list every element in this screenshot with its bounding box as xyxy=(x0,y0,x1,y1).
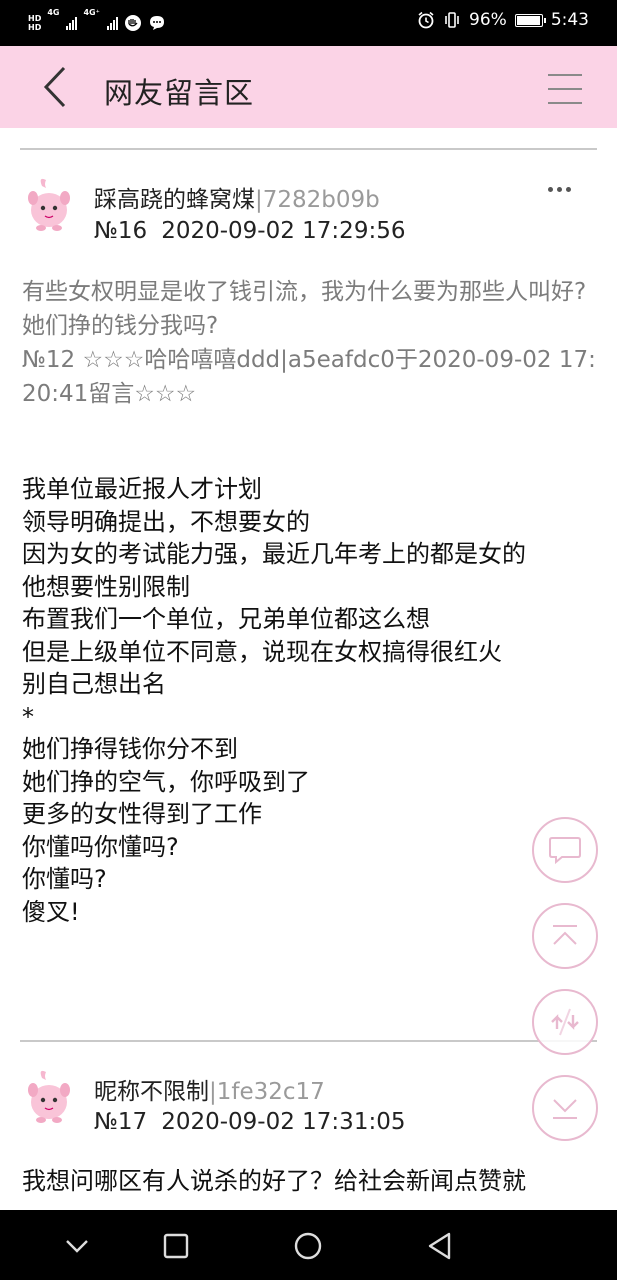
post-author: 踩高跷的蜂窝煤|7282b09b xyxy=(94,180,380,214)
battery-icon xyxy=(514,13,546,27)
square-icon xyxy=(163,1233,189,1259)
comment-button[interactable] xyxy=(532,817,598,883)
body-line: 但是上级单位不同意，说现在女权搞得很红火 xyxy=(22,637,502,666)
avatar xyxy=(28,1070,70,1123)
body-line: 我想问哪区有人说杀的好了？给社会新闻点赞就 xyxy=(22,1167,526,1195)
quote-meta: №12 ☆☆☆哈哈嘻嘻ddd|a5eafdc0于2020-09-02 17:20… xyxy=(22,347,596,407)
post-datetime: 2020-09-02 17:29:56 xyxy=(161,218,406,244)
back-button[interactable] xyxy=(36,66,76,108)
hd-indicator-2: HD xyxy=(28,23,42,32)
hd-indicator-1: HD xyxy=(28,14,42,23)
page-title: 网友留言区 xyxy=(104,76,255,110)
clock: 5:43 xyxy=(550,10,589,30)
refresh-button[interactable] xyxy=(532,989,598,1055)
body-line: 你懂吗? xyxy=(22,865,107,893)
more-options-button[interactable] xyxy=(548,182,578,196)
vibrate-icon xyxy=(445,12,459,28)
chevron-down-icon xyxy=(66,1240,88,1253)
notification-icon xyxy=(124,15,141,31)
scroll-to-top-icon xyxy=(553,925,577,945)
post-body: 我想问哪区有人说杀的好了？给社会新闻点赞就 xyxy=(22,1165,602,1198)
body-line: 布置我们一个单位，兄弟单位都这么想 xyxy=(22,605,430,633)
refresh-icon xyxy=(551,1008,579,1036)
body-line: 傻叉! xyxy=(22,897,80,926)
quoted-message: 有些女权明显是收了钱引流，我为什么要为那些人叫好?她们挣的钱分我吗? №12 ☆… xyxy=(22,275,602,411)
hide-nav-button[interactable] xyxy=(62,1231,92,1261)
post-datetime: 2020-09-02 17:31:05 xyxy=(161,1109,406,1135)
body-line: 她们挣得钱你分不到 xyxy=(22,735,238,763)
triangle-back-icon xyxy=(428,1232,451,1260)
alarm-icon xyxy=(418,11,434,29)
network-type-2: 4G⁺ xyxy=(83,8,100,17)
status-bar: HD HD 4G 4G⁺ 96% 5:43 xyxy=(0,0,617,46)
status-bar-left: HD HD 4G 4G⁺ xyxy=(28,8,166,38)
signal-icon xyxy=(106,16,118,30)
hamburger-menu-icon xyxy=(548,74,584,104)
avatar xyxy=(28,178,70,231)
status-bar-right: 96% 5:43 xyxy=(417,10,589,30)
back-nav-button[interactable] xyxy=(424,1231,454,1261)
system-nav-bar xyxy=(0,1210,617,1280)
divider xyxy=(20,148,597,150)
hd-indicators: HD HD xyxy=(28,14,41,32)
recent-apps-button[interactable] xyxy=(161,1231,191,1261)
body-line: 她们挣的空气，你呼吸到了 xyxy=(22,767,310,796)
post-number: №16 xyxy=(94,218,148,244)
home-button[interactable] xyxy=(293,1231,323,1261)
more-dots-icon xyxy=(548,186,553,192)
body-line: 他想要性别限制 xyxy=(22,572,190,601)
body-line: 因为女的考试能力强，最近几年考上的都是女的 xyxy=(22,540,526,568)
comment-bubble-icon xyxy=(549,837,581,865)
author-nickname: 踩高跷的蜂窝煤 xyxy=(94,187,255,213)
post-author: 昵称不限制|1fe32c17 xyxy=(94,1072,325,1106)
body-line: 领导明确提出，不想要女的 xyxy=(22,507,310,536)
circle-icon xyxy=(294,1232,322,1260)
author-id: |1fe32c17 xyxy=(209,1079,325,1105)
scroll-to-bottom-button[interactable] xyxy=(532,1075,598,1141)
post-body: 我单位最近报人才计划 领导明确提出，不想要女的 因为女的考试能力强，最近几年考上… xyxy=(22,473,602,928)
chat-app-icon xyxy=(149,16,164,30)
body-line: 更多的女性得到了工作 xyxy=(22,800,262,828)
post-number: №17 xyxy=(94,1109,148,1135)
menu-button[interactable] xyxy=(548,74,584,104)
scroll-to-top-button[interactable] xyxy=(532,903,598,969)
post-meta: №16 2020-09-02 17:29:56 xyxy=(94,218,405,244)
author-id: |7282b09b xyxy=(255,187,380,213)
divider xyxy=(20,1040,597,1042)
quote-text: 有些女权明显是收了钱引流，我为什么要为那些人叫好?她们挣的钱分我吗? xyxy=(22,279,587,339)
scroll-to-bottom-icon xyxy=(553,1099,577,1119)
battery-percent: 96% xyxy=(469,10,507,30)
more-dots-icon xyxy=(566,186,571,192)
back-arrow-icon xyxy=(43,66,66,108)
more-dots-icon xyxy=(557,186,562,192)
body-line: 别自己想出名 xyxy=(22,670,166,698)
body-line: * xyxy=(22,702,34,731)
body-line: 你懂吗你懂吗? xyxy=(22,832,179,861)
body-line: 我单位最近报人才计划 xyxy=(22,475,262,503)
signal-icon xyxy=(66,16,78,30)
author-nickname: 昵称不限制 xyxy=(94,1079,209,1105)
title-bar: 网友留言区 xyxy=(0,46,617,128)
network-type-1: 4G xyxy=(47,8,60,17)
post-meta: №17 2020-09-02 17:31:05 xyxy=(94,1109,405,1135)
